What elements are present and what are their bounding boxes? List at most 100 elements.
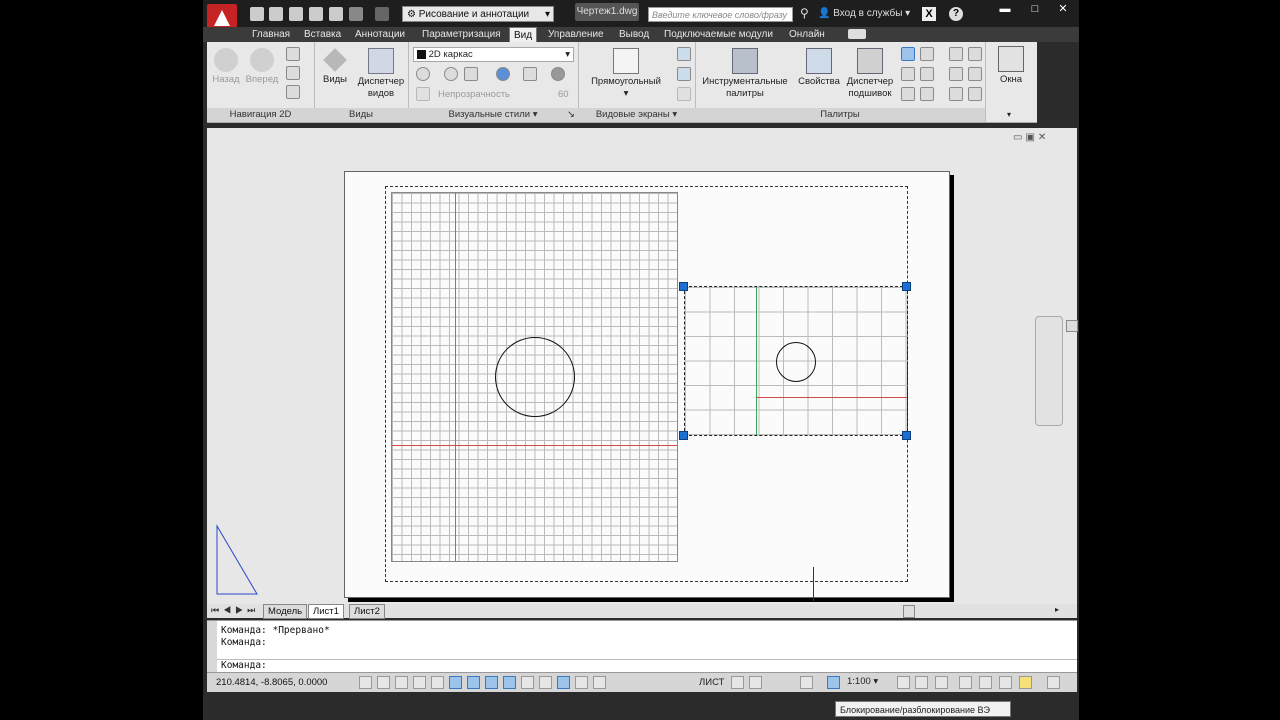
help-icon[interactable]: ? bbox=[949, 7, 963, 21]
palette-icon-9[interactable] bbox=[949, 67, 963, 81]
osnap-toggle[interactable] bbox=[449, 676, 462, 689]
visual-style-select[interactable]: 2D каркас ▾ bbox=[413, 47, 574, 62]
clip-viewport-icon[interactable] bbox=[677, 67, 691, 81]
annotation-scale-icon[interactable] bbox=[915, 676, 928, 689]
tab-online[interactable]: Онлайн bbox=[789, 27, 825, 42]
toolbar-lock-icon[interactable] bbox=[979, 676, 992, 689]
grip-handle[interactable] bbox=[679, 431, 688, 440]
face-color-icon[interactable] bbox=[464, 67, 478, 81]
infer-constraints-toggle[interactable] bbox=[359, 676, 372, 689]
zoom-icon[interactable] bbox=[286, 85, 300, 99]
back-button[interactable]: Назад bbox=[209, 48, 243, 86]
tab-manage[interactable]: Управление bbox=[548, 27, 604, 42]
sphere-icon[interactable] bbox=[551, 67, 565, 81]
named-viewports-icon[interactable] bbox=[677, 47, 691, 61]
ducs-toggle[interactable] bbox=[503, 676, 516, 689]
view-manager-button[interactable]: Диспетчер видов bbox=[354, 48, 408, 100]
circle-shape[interactable] bbox=[495, 337, 575, 417]
material-icon[interactable] bbox=[523, 67, 537, 81]
command-line[interactable]: Команда: *Прервано* Команда: Команда: bbox=[207, 620, 1077, 673]
tab-model[interactable]: Модель bbox=[263, 604, 308, 619]
scroll-thumb-horizontal[interactable] bbox=[903, 605, 915, 618]
open-icon[interactable] bbox=[269, 7, 283, 21]
dialog-launcher-icon[interactable]: ↘ bbox=[567, 108, 575, 122]
forward-button[interactable]: Вперед bbox=[243, 48, 281, 86]
ortho-toggle[interactable] bbox=[413, 676, 426, 689]
isolate-objects-icon[interactable] bbox=[1019, 676, 1032, 689]
drawing-area[interactable]: ▭▣✕ bbox=[207, 128, 1078, 604]
lock-viewport-icon[interactable] bbox=[827, 676, 840, 689]
tab-scroll-arrows[interactable]: ⏮◀▶⏭ bbox=[211, 605, 259, 616]
scroll-right-icon[interactable]: ▸ bbox=[1055, 605, 1059, 614]
tab-annotate[interactable]: Аннотации bbox=[355, 27, 405, 42]
palette-icon-3[interactable] bbox=[901, 67, 915, 81]
orbit-icon[interactable] bbox=[286, 66, 300, 80]
tool-palettes-button[interactable]: Инструментальные палитры bbox=[699, 48, 791, 100]
palette-icon-6[interactable] bbox=[920, 87, 934, 101]
undo-icon[interactable] bbox=[349, 7, 363, 21]
navigation-bar[interactable] bbox=[1035, 316, 1063, 426]
command-prompt[interactable]: Команда: bbox=[221, 660, 267, 671]
lineweight-toggle[interactable] bbox=[539, 676, 552, 689]
save-as-icon[interactable] bbox=[309, 7, 323, 21]
grip-handle[interactable] bbox=[679, 282, 688, 291]
annotation-visibility-icon[interactable] bbox=[897, 676, 910, 689]
edge-icon[interactable] bbox=[416, 67, 430, 81]
drawing-window-controls[interactable]: ▭▣✕ bbox=[1013, 132, 1049, 143]
properties-button[interactable]: Свойства bbox=[795, 48, 843, 88]
3d-osnap-toggle[interactable] bbox=[467, 676, 480, 689]
pan-icon[interactable] bbox=[286, 47, 300, 61]
snap-toggle[interactable] bbox=[377, 676, 390, 689]
windows-button[interactable]: Окна bbox=[993, 46, 1029, 86]
print-icon[interactable] bbox=[329, 7, 343, 21]
palette-icon-1[interactable] bbox=[901, 47, 915, 61]
tab-parametric[interactable]: Параметризация bbox=[422, 27, 501, 42]
grip-handle[interactable] bbox=[902, 431, 911, 440]
polar-toggle[interactable] bbox=[431, 676, 444, 689]
command-line-grip[interactable] bbox=[207, 621, 217, 673]
maximize-viewport-icon[interactable] bbox=[800, 676, 813, 689]
hardware-acceleration-icon[interactable] bbox=[999, 676, 1012, 689]
otrack-toggle[interactable] bbox=[485, 676, 498, 689]
grip-handle[interactable] bbox=[902, 282, 911, 291]
quick-view-layouts-icon[interactable] bbox=[731, 676, 744, 689]
selection-cycling-toggle[interactable] bbox=[593, 676, 606, 689]
layout-sheet[interactable] bbox=[344, 171, 950, 601]
workspace-select[interactable]: ⚙ Рисование и аннотации ▾ bbox=[402, 6, 554, 22]
viewport-scale-select[interactable]: 1:100 ▾ bbox=[847, 676, 878, 687]
tab-layout2[interactable]: Лист2 bbox=[349, 604, 385, 619]
tab-insert[interactable]: Вставка bbox=[304, 27, 341, 42]
quick-view-drawings-icon[interactable] bbox=[749, 676, 762, 689]
rectangular-viewport-button[interactable]: Прямоугольный ▾ bbox=[586, 48, 666, 100]
coordinates-readout[interactable]: 210.4814, -8.8065, 0.0000 bbox=[216, 677, 327, 688]
viewport-main[interactable] bbox=[391, 192, 678, 562]
views-button[interactable]: Виды bbox=[318, 48, 352, 86]
palette-icon-4[interactable] bbox=[920, 67, 934, 81]
redo-icon[interactable] bbox=[375, 7, 389, 21]
transparency-toggle[interactable] bbox=[557, 676, 570, 689]
circle-shape[interactable] bbox=[776, 342, 816, 382]
palette-icon-12[interactable] bbox=[968, 87, 982, 101]
sheet-set-manager-button[interactable]: Диспетчер подшивок bbox=[843, 48, 897, 100]
workspace-switching-icon[interactable] bbox=[959, 676, 972, 689]
viewport-selected[interactable] bbox=[684, 286, 908, 436]
annotation-autoscale-icon[interactable] bbox=[935, 676, 948, 689]
search-input[interactable]: Введите ключевое слово/фразу bbox=[648, 7, 793, 22]
palette-icon-5[interactable] bbox=[901, 87, 915, 101]
tab-plugins[interactable]: Подключаемые модули bbox=[664, 27, 773, 42]
new-icon[interactable] bbox=[250, 7, 264, 21]
scroll-thumb-vertical[interactable] bbox=[1066, 320, 1078, 332]
maximize-button[interactable]: □ bbox=[1021, 2, 1049, 16]
tab-home[interactable]: Главная bbox=[252, 27, 290, 42]
exchange-icon[interactable]: X bbox=[922, 7, 936, 21]
tabs-toggle-icon[interactable] bbox=[848, 29, 866, 39]
save-icon[interactable] bbox=[289, 7, 303, 21]
lighting-icon[interactable] bbox=[496, 67, 510, 81]
chevron-down-icon[interactable]: ▾ bbox=[1007, 110, 1011, 119]
clean-screen-icon[interactable] bbox=[1047, 676, 1060, 689]
palette-icon-8[interactable] bbox=[968, 47, 982, 61]
binoculars-icon[interactable]: ⚲ bbox=[800, 6, 809, 20]
dyn-toggle[interactable] bbox=[521, 676, 534, 689]
palette-icon-11[interactable] bbox=[949, 87, 963, 101]
shading-icon[interactable] bbox=[444, 67, 458, 81]
